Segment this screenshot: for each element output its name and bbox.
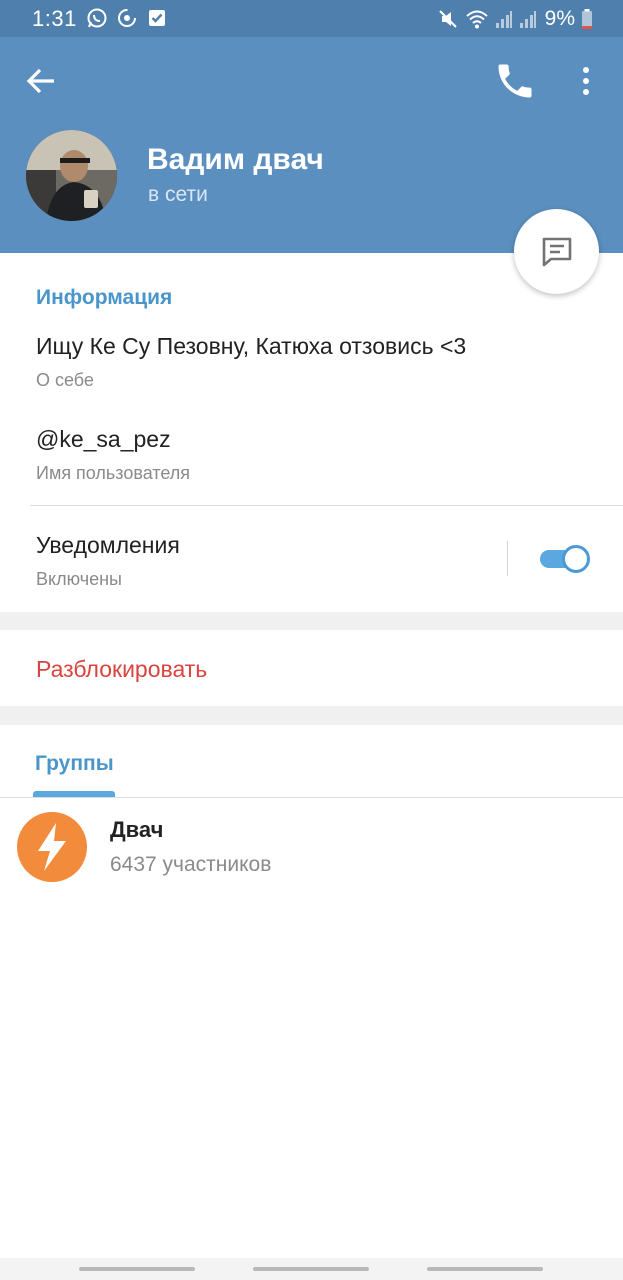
signal-icon xyxy=(495,11,512,28)
nav-recents-button[interactable] xyxy=(79,1267,195,1271)
group-list-item[interactable]: Двач 6437 участников xyxy=(0,800,623,895)
section-gap xyxy=(0,612,623,630)
notifications-toggle[interactable] xyxy=(538,543,592,573)
wifi-icon xyxy=(465,10,488,29)
bio-text: Ищу Ке Су Пезовну, Катюха отзовись <3 xyxy=(36,333,467,359)
battery-level: 9% xyxy=(544,7,575,30)
lightning-icon xyxy=(38,823,66,871)
username-text: @ke_sa_pez xyxy=(36,426,171,452)
back-button[interactable] xyxy=(22,61,62,101)
section-gap xyxy=(0,706,623,725)
navigation-bar xyxy=(0,1258,623,1280)
mute-icon xyxy=(438,10,457,28)
notifications-caption: Включены xyxy=(36,569,122,589)
notification-icons xyxy=(86,7,168,29)
phone-icon xyxy=(498,64,532,98)
unblock-button[interactable]: Разблокировать xyxy=(0,630,623,706)
toggle-knob xyxy=(562,545,590,573)
checkbox-icon xyxy=(149,10,165,26)
unblock-label: Разблокировать xyxy=(36,656,208,682)
group-name: Двач xyxy=(110,817,164,842)
tab-groups[interactable]: Группы xyxy=(0,725,150,797)
signal-icon xyxy=(519,11,536,28)
avatar-photo xyxy=(26,130,117,221)
toggle-separator xyxy=(507,541,508,576)
sync-icon xyxy=(118,9,136,27)
profile-name: Вадим двач xyxy=(147,143,324,176)
nav-home-button[interactable] xyxy=(253,1267,369,1271)
username-caption: Имя пользователя xyxy=(36,463,191,483)
back-arrow-icon xyxy=(26,68,54,94)
online-status: в сети xyxy=(148,183,208,206)
tab-groups-label: Группы xyxy=(35,752,114,775)
more-options-button[interactable] xyxy=(568,59,604,103)
message-icon xyxy=(542,237,571,266)
tab-divider xyxy=(0,797,623,798)
status-time: 1:31 xyxy=(32,6,77,31)
info-section-title: Информация xyxy=(36,286,173,309)
battery-icon xyxy=(582,9,592,29)
nav-back-button[interactable] xyxy=(427,1267,543,1271)
call-button[interactable] xyxy=(493,59,537,103)
profile-avatar[interactable] xyxy=(26,130,117,221)
send-message-button[interactable] xyxy=(514,209,599,294)
notifications-label: Уведомления xyxy=(36,532,180,558)
bio-caption: О себе xyxy=(36,370,94,390)
whatsapp-icon xyxy=(87,8,107,28)
status-bar: 1:31 9% xyxy=(0,0,623,37)
more-vertical-icon xyxy=(583,67,589,95)
system-icons: 9% xyxy=(437,7,593,31)
group-members-count: 6437 участников xyxy=(110,853,272,876)
group-avatar xyxy=(17,812,87,882)
divider xyxy=(30,505,623,506)
